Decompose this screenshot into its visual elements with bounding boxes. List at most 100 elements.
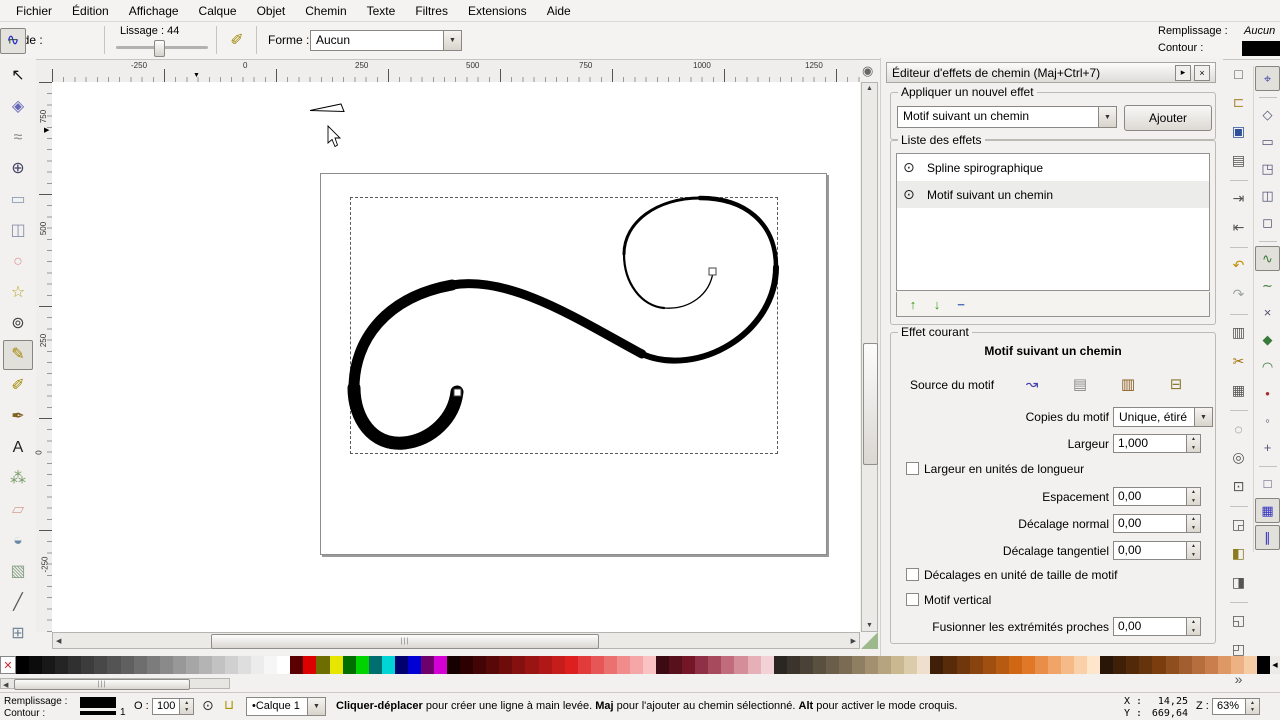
palette-swatch[interactable]: [643, 656, 657, 674]
pattern-copies-select[interactable]: Unique, étiré ▼: [1113, 407, 1213, 427]
palette-swatch[interactable]: [460, 656, 474, 674]
palette-swatch[interactable]: [1204, 656, 1218, 674]
tool-eraser[interactable]: ▱: [3, 495, 33, 525]
tangential-offset-spinbox[interactable]: 0,00 ▲ ▼: [1113, 541, 1201, 560]
menu-item[interactable]: Extensions: [458, 2, 537, 20]
horizontal-scrollbar-thumb[interactable]: |||: [211, 634, 599, 649]
palette-swatch[interactable]: [852, 656, 866, 674]
palette-swatch[interactable]: [969, 656, 983, 674]
chevron-down-icon[interactable]: ▼: [1098, 107, 1116, 127]
save-button[interactable]: ▣: [1225, 118, 1252, 145]
menu-item[interactable]: Édition: [62, 2, 119, 20]
palette-swatch[interactable]: [943, 656, 957, 674]
palette-swatch[interactable]: [486, 656, 500, 674]
canvas-corner-grip[interactable]: [861, 632, 878, 649]
redo-button[interactable]: ↷: [1225, 281, 1252, 308]
remove-effect-button[interactable]: −: [949, 295, 973, 313]
separator[interactable]: [1258, 241, 1277, 242]
stroke-color-swatch[interactable]: [1242, 41, 1280, 56]
palette-swatch[interactable]: [1243, 656, 1257, 674]
palette-swatch[interactable]: [16, 656, 30, 674]
zoom-drawing-button[interactable]: ◎: [1225, 444, 1252, 471]
tool-spray[interactable]: ⁂: [3, 464, 33, 494]
fuse-ends-spinbox[interactable]: 0,00 ▲ ▼: [1113, 617, 1201, 636]
effect-list-item[interactable]: ⊙ Motif suivant un chemin: [897, 181, 1209, 208]
palette-swatch[interactable]: [264, 656, 278, 674]
pressure-brush-button[interactable]: ✐: [224, 28, 250, 54]
palette-swatch[interactable]: [225, 656, 239, 674]
palette-swatch[interactable]: [577, 656, 591, 674]
menu-item[interactable]: Filtres: [405, 2, 458, 20]
separator[interactable]: [1258, 97, 1277, 98]
palette-swatch[interactable]: [381, 656, 395, 674]
palette-swatch[interactable]: [81, 656, 95, 674]
spacing-spinbox[interactable]: 0,00 ▲ ▼: [1113, 487, 1201, 506]
snap-master-toggle[interactable]: ⌖: [1255, 66, 1280, 91]
tool-selector[interactable]: ↖: [3, 61, 33, 91]
snap-nodes-toggle[interactable]: ∿: [1255, 246, 1280, 271]
snap-bbox-edges-toggle[interactable]: ▭: [1255, 129, 1280, 154]
snap-bbox-toggle[interactable]: ◇: [1255, 102, 1280, 127]
effect-select[interactable]: Motif suivant un chemin ▼: [897, 106, 1117, 128]
tool-tweak[interactable]: ≈: [3, 123, 33, 153]
palette-swatch[interactable]: [107, 656, 121, 674]
palette-swatch[interactable]: [1061, 656, 1075, 674]
tangential-offset-value[interactable]: 0,00: [1114, 542, 1186, 559]
menu-item[interactable]: Chemin: [295, 2, 356, 20]
tool-gradient[interactable]: ▧: [3, 557, 33, 587]
layer-visibility-eye-icon[interactable]: ⊙: [202, 697, 214, 714]
duplicate-button[interactable]: ◲: [1225, 511, 1252, 538]
snap-guides-toggle[interactable]: ∥: [1255, 525, 1280, 550]
effect-list-item[interactable]: ⊙ Spline spirographique: [897, 154, 1209, 181]
menu-item[interactable]: Aide: [537, 2, 581, 20]
palette-swatch[interactable]: [238, 656, 252, 674]
palette-scrollbar-thumb[interactable]: |||: [14, 679, 190, 690]
scroll-up-icon[interactable]: ▲: [866, 85, 873, 92]
spin-up-icon[interactable]: ▲: [180, 699, 193, 707]
palette-swatch[interactable]: [355, 656, 369, 674]
palette-swatch[interactable]: [590, 656, 604, 674]
palette-swatch[interactable]: [747, 656, 761, 674]
spin-up-icon[interactable]: ▲: [1187, 488, 1200, 497]
palette-swatch[interactable]: [695, 656, 709, 674]
palette-swatch[interactable]: [512, 656, 526, 674]
palette-swatch[interactable]: [172, 656, 186, 674]
menu-item[interactable]: Objet: [247, 2, 296, 20]
palette-swatch[interactable]: [1139, 656, 1153, 674]
palette-swatch[interactable]: [473, 656, 487, 674]
palette-swatch[interactable]: [995, 656, 1009, 674]
spin-up-icon[interactable]: ▲: [1187, 542, 1200, 551]
mode-spiro-button[interactable]: ∿: [0, 28, 26, 54]
fill-indicator-value[interactable]: Aucun: [1244, 25, 1275, 37]
palette-swatch[interactable]: [1034, 656, 1048, 674]
palette-swatch[interactable]: [865, 656, 879, 674]
opacity-spinbox[interactable]: 100 ▲ ▼: [152, 698, 194, 715]
tool-3dbox[interactable]: ◫: [3, 216, 33, 246]
palette-swatch[interactable]: [538, 656, 552, 674]
palette-swatch[interactable]: [878, 656, 892, 674]
spin-down-icon[interactable]: ▼: [180, 707, 193, 715]
vertical-pattern-checkbox[interactable]: [906, 593, 919, 606]
zoom-selection-button[interactable]: ◌: [1225, 415, 1252, 442]
move-effect-down-button[interactable]: ↓: [925, 295, 949, 313]
lock-button[interactable]: ◧: [1225, 540, 1252, 567]
snap-cusp-nodes-toggle[interactable]: ◆: [1255, 327, 1280, 352]
palette-swatch[interactable]: [368, 656, 382, 674]
snap-object-centers-toggle[interactable]: ◦: [1255, 408, 1280, 433]
width-value[interactable]: 1,000: [1114, 435, 1186, 452]
palette-swatch[interactable]: [42, 656, 56, 674]
palette-swatch[interactable]: [982, 656, 996, 674]
tool-pencil[interactable]: ✎: [3, 340, 33, 370]
tool-zoom[interactable]: ⊕: [3, 154, 33, 184]
palette-swatch[interactable]: [1152, 656, 1166, 674]
palette-swatch[interactable]: [1191, 656, 1205, 674]
tool-dropper[interactable]: ╱: [3, 588, 33, 618]
tool-spiral[interactable]: ⊚: [3, 309, 33, 339]
panel-title-bar[interactable]: Éditeur d'effets de chemin (Maj+Ctrl+7) …: [886, 62, 1216, 83]
canvas-viewport[interactable]: [52, 82, 860, 632]
palette-swatch[interactable]: [55, 656, 69, 674]
snap-bbox-centers-toggle[interactable]: ◻: [1255, 210, 1280, 235]
spin-up-icon[interactable]: ▲: [1246, 699, 1259, 707]
palette-swatch[interactable]: [773, 656, 787, 674]
vertical-scrollbar-thumb[interactable]: [863, 343, 878, 465]
